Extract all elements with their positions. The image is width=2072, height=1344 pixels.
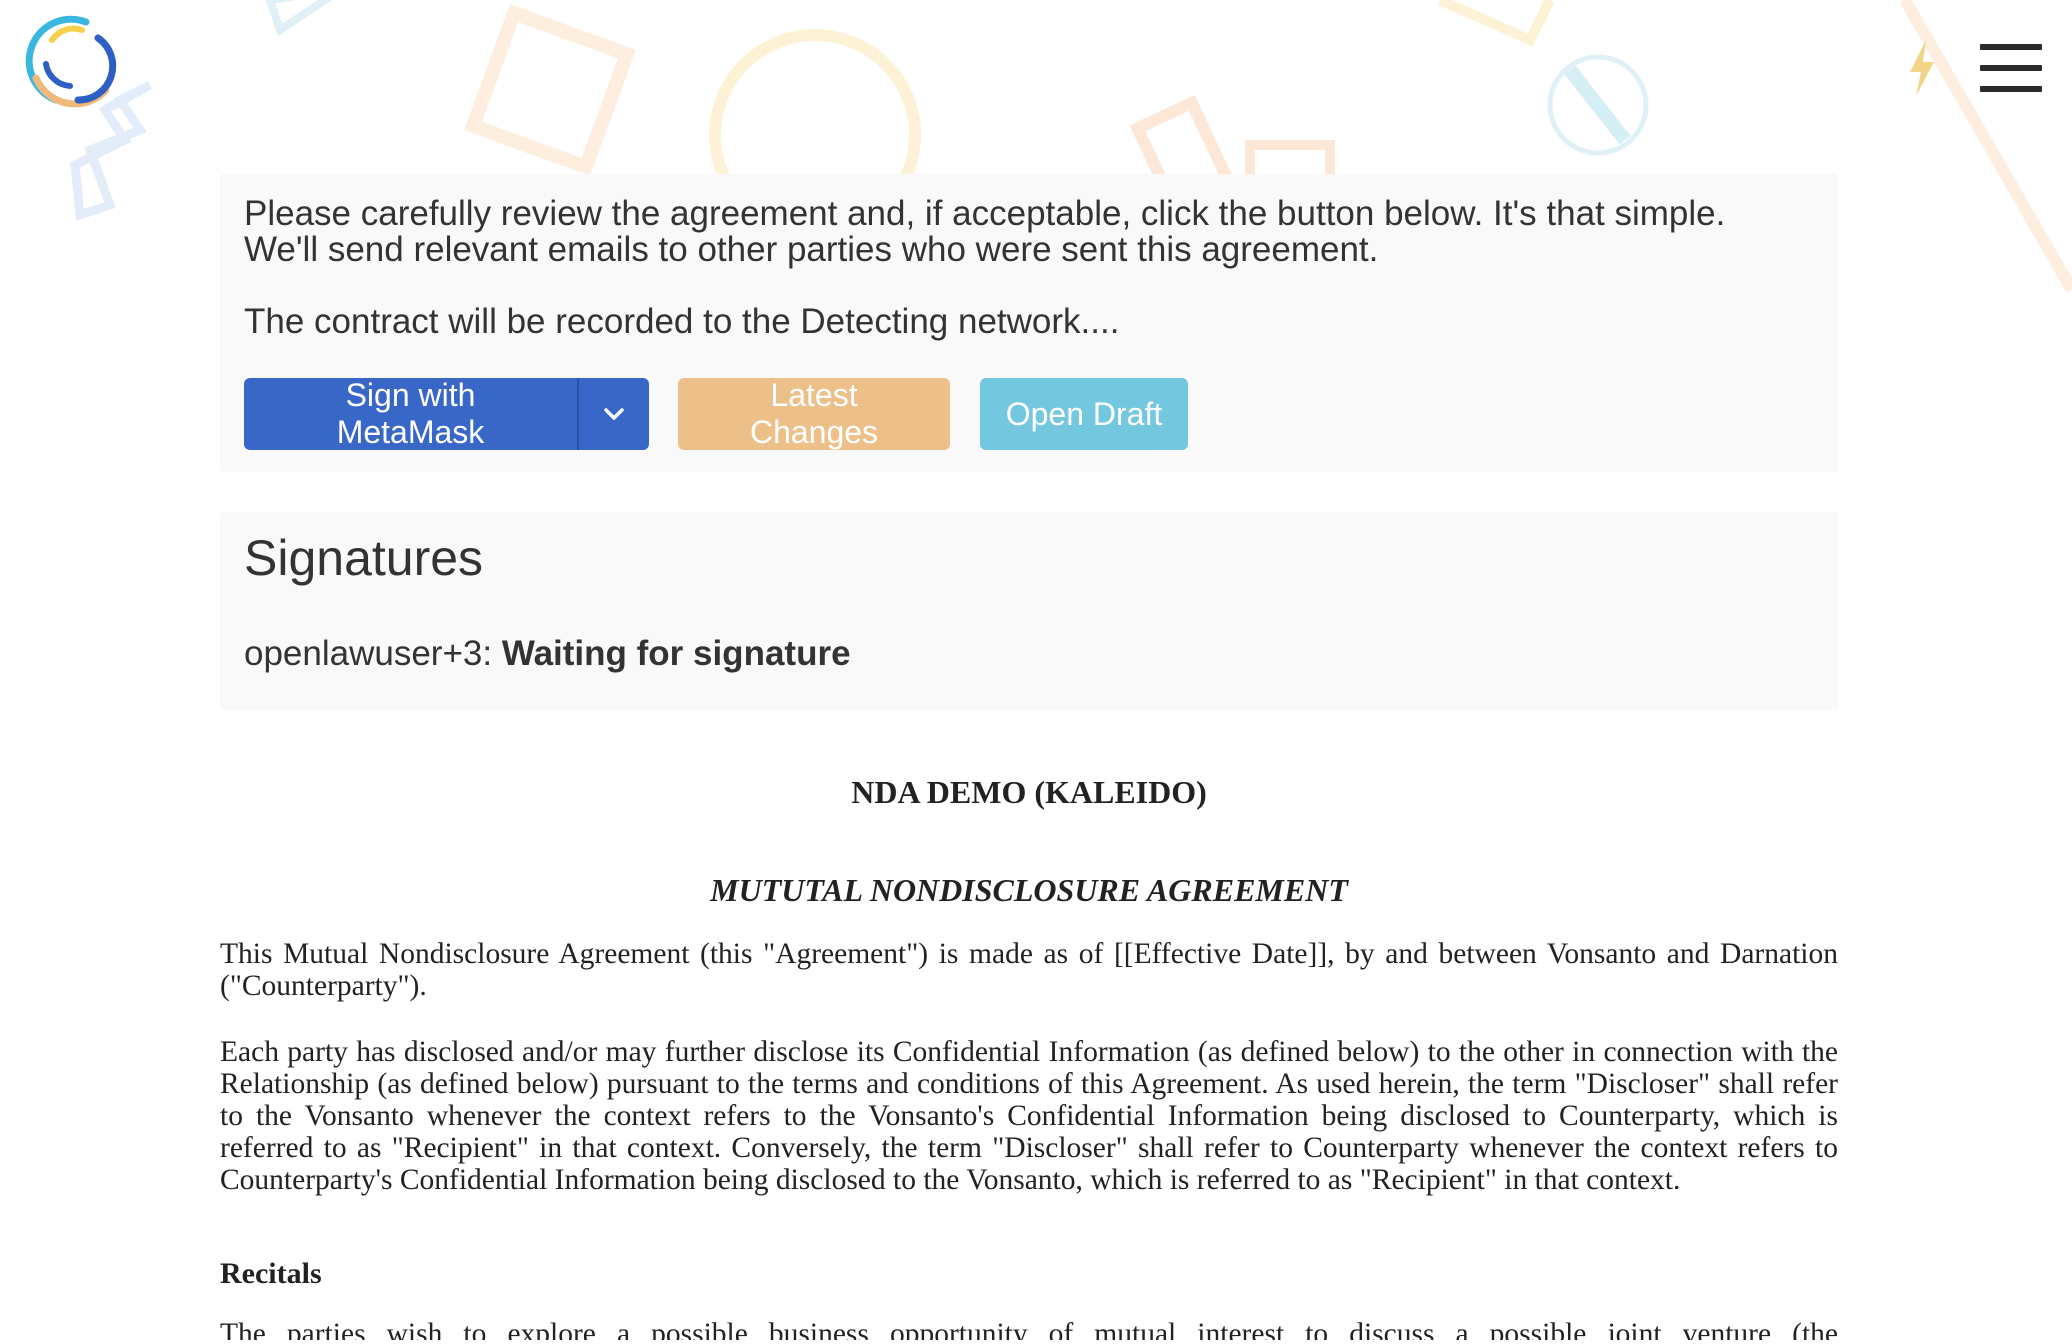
chevron-down-icon	[604, 408, 624, 420]
open-draft-button[interactable]: Open Draft	[980, 378, 1188, 450]
document-paragraph: Each party has disclosed and/or may furt…	[220, 1036, 1838, 1196]
action-buttons: Sign with MetaMask Latest Changes Open D…	[244, 377, 1188, 450]
sign-options-dropdown-button[interactable]	[579, 378, 649, 450]
document-paragraph: This Mutual Nondisclosure Agreement (thi…	[220, 938, 1838, 1002]
sign-with-metamask-button[interactable]: Sign with MetaMask	[244, 377, 579, 450]
network-notice: The contract will be recorded to the Det…	[244, 302, 1120, 341]
lightning-bolt-icon[interactable]	[1906, 40, 1938, 96]
hamburger-bar	[1980, 44, 2042, 50]
signatures-panel: Signatures openlawuser+3: Waiting for si…	[220, 512, 1838, 710]
document-subtitle: MUTUTAL NONDISCLOSURE AGREEMENT	[710, 872, 1348, 908]
hamburger-bar	[1980, 65, 2042, 71]
document-paragraph: The parties wish to explore a possible b…	[220, 1318, 1838, 1340]
review-panel: Please carefully review the agreement an…	[220, 174, 1838, 472]
hamburger-bar	[1980, 86, 2042, 92]
review-line-2: We'll send relevant emails to other part…	[244, 230, 1379, 269]
hamburger-menu-icon[interactable]	[1980, 44, 2042, 96]
latest-changes-button[interactable]: Latest Changes	[678, 377, 950, 450]
signature-entry: openlawuser+3: Waiting for signature	[244, 634, 851, 674]
signature-status: Waiting for signature	[501, 634, 851, 673]
review-line-1: Please carefully review the agreement an…	[244, 194, 1726, 233]
review-instructions: Please carefully review the agreement an…	[244, 194, 1814, 340]
recitals-heading: Recitals	[220, 1257, 322, 1290]
signatures-heading: Signatures	[244, 530, 484, 586]
signer-name: openlawuser+3:	[244, 634, 493, 673]
openlaw-logo-icon[interactable]	[16, 8, 122, 114]
document-title: NDA DEMO (KALEIDO)	[851, 774, 1207, 810]
